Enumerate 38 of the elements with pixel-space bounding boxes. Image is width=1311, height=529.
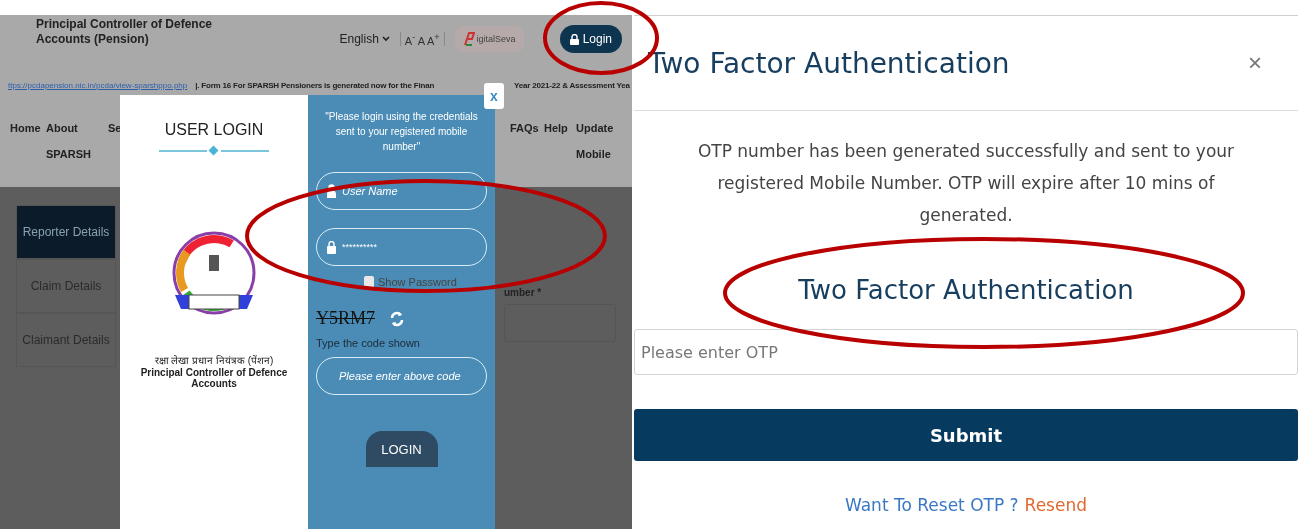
login-note: "Please login using the credentials sent to your registered mobile number" <box>324 110 479 154</box>
nav-link[interactable]: Update Mobile <box>576 115 620 167</box>
lock-icon <box>327 240 336 254</box>
captcha-hint: Type the code shown <box>316 337 421 349</box>
lock-icon <box>569 33 579 45</box>
ticker-text: Year 2021-22 & Assessment Yea <box>514 80 630 90</box>
language-selector[interactable]: English <box>339 32 390 46</box>
nav-link[interactable]: FAQs <box>510 115 540 141</box>
emblem-caption: Principal Controller of Defence Accounts <box>139 367 289 389</box>
nav-link[interactable]: Se <box>108 115 122 141</box>
login-title: USER LOGIN <box>164 121 264 139</box>
close-button[interactable]: × <box>1242 48 1268 78</box>
field-label: umber * <box>504 287 542 298</box>
login-button[interactable]: Login <box>559 25 622 53</box>
emblem-caption-hindi: रक्षा लेखा प्रधान नियंत्रक (पेंशन) <box>154 354 274 367</box>
caret-icon <box>381 36 390 42</box>
site-title: Accounts (Pension) <box>36 32 150 47</box>
otp-input-field[interactable]: Please enter OTP <box>634 329 1298 375</box>
refresh-icon[interactable] <box>390 310 404 327</box>
partner-logo[interactable]: igitalSeva <box>454 26 524 52</box>
logo-icon <box>462 32 475 46</box>
user-icon <box>327 184 336 198</box>
nav-link[interactable]: Help <box>544 115 572 141</box>
font-size-controls[interactable]: A$^{-}$ A A$^{+}$ <box>399 31 445 47</box>
submit-button[interactable]: Submit <box>634 409 1298 461</box>
nav-link[interactable]: About SPARSH <box>46 115 96 167</box>
captcha-image: Y5RM7 <box>316 308 376 329</box>
section-heading: Two Factor Authentication <box>797 275 1135 305</box>
otp-message: OTP number has been generated successfully and sent to your registered Mobile Number. OTP will expire after 10 mins of generated. <box>696 140 1236 227</box>
close-button[interactable]: x <box>484 83 504 109</box>
resend-link[interactable]: Resend <box>1024 495 1087 515</box>
submit-login-button[interactable]: LOGIN <box>365 431 438 467</box>
ticker-text: |. Form 16 For SPARSH Pensioners is generated now for the Finan <box>195 80 435 90</box>
dialog-title: Two Factor Authentication <box>648 46 1010 80</box>
reset-prompt: Want To Reset OTP ? <box>845 495 1019 515</box>
nav-link[interactable]: Home <box>10 115 42 141</box>
side-tab[interactable]: Reporter Details <box>16 205 116 259</box>
site-title: Principal Controller of Defence <box>36 17 214 32</box>
